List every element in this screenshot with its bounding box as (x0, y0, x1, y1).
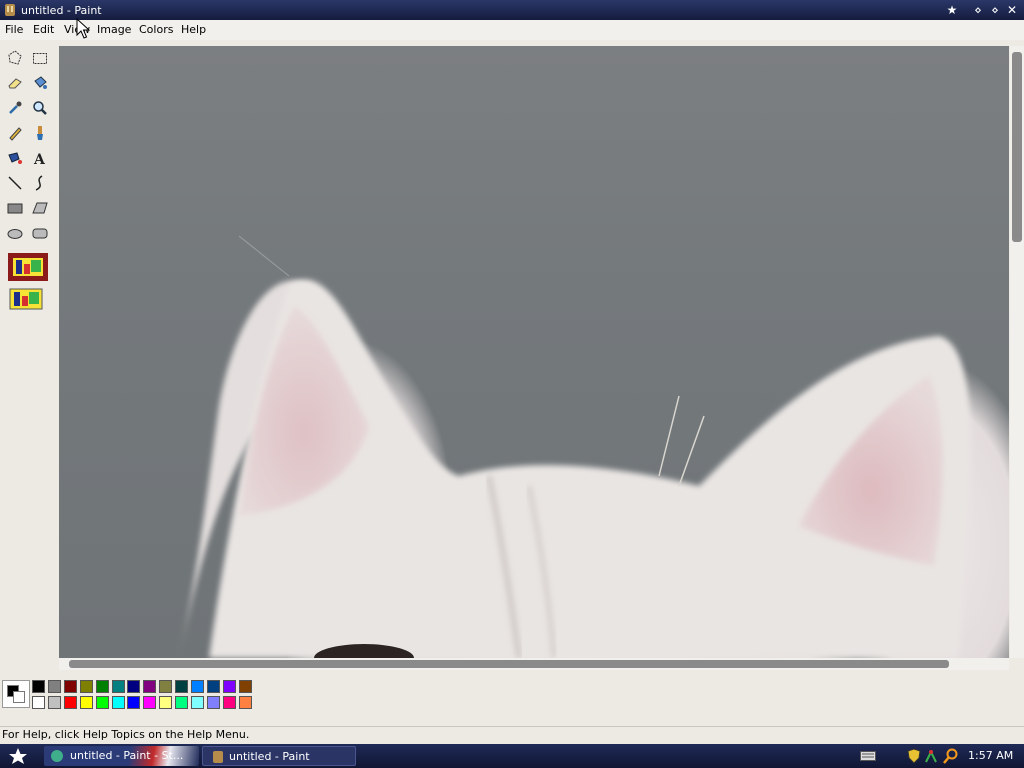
menu-image[interactable]: Image (97, 23, 131, 36)
cat-image (179, 235, 972, 658)
search-icon[interactable] (943, 748, 959, 764)
fill-bucket-icon[interactable] (30, 73, 50, 93)
menu-bar: File Edit View Image Colors Help (0, 20, 1024, 40)
palette-swatch[interactable] (111, 680, 125, 693)
rectangle-icon[interactable] (5, 198, 25, 218)
current-colors[interactable] (2, 680, 30, 708)
palette-swatch[interactable] (63, 696, 77, 709)
close-icon[interactable]: ✕ (1004, 2, 1020, 18)
color-picker-icon[interactable] (5, 98, 25, 118)
palette-swatch[interactable] (222, 680, 236, 693)
palette-swatch[interactable] (206, 696, 220, 709)
text-icon[interactable]: A (30, 148, 50, 168)
task-label-1: untitled - Paint - St... (70, 749, 184, 762)
palette-swatch[interactable] (191, 680, 204, 693)
palette-swatch[interactable] (32, 696, 45, 709)
start-star-icon[interactable] (4, 747, 32, 765)
palette-swatch[interactable] (79, 680, 93, 693)
palette-swatch[interactable] (32, 680, 45, 693)
menu-edit[interactable]: Edit (33, 23, 54, 36)
background-color (13, 691, 25, 703)
palette-swatch[interactable] (143, 680, 157, 693)
shield-icon[interactable] (907, 748, 921, 764)
curve-icon[interactable] (30, 173, 50, 193)
menu-colors[interactable]: Colors (139, 23, 173, 36)
brush-icon[interactable] (30, 123, 50, 143)
pencil-icon[interactable] (5, 123, 25, 143)
special-star-icon[interactable]: ★ (944, 2, 960, 18)
palette-swatch[interactable] (63, 680, 77, 693)
maximize-icon[interactable]: ⋄ (987, 2, 1003, 18)
palette-swatch[interactable] (159, 680, 173, 693)
palette-swatch[interactable] (175, 680, 189, 693)
ellipse-icon[interactable] (5, 223, 25, 243)
minimize-icon[interactable]: ⋄ (970, 2, 986, 18)
taskbar: untitled - Paint - St... untitled - Pain… (0, 744, 1024, 768)
status-bar: For Help, click Help Topics on the Help … (0, 726, 1024, 745)
color-box-tool-icon[interactable] (8, 253, 48, 281)
network-icon[interactable] (924, 748, 938, 764)
free-form-select-icon[interactable] (5, 48, 25, 68)
globe-icon (51, 750, 63, 762)
toolbox: A (0, 44, 56, 314)
task-button-2[interactable]: untitled - Paint (202, 746, 356, 766)
palette-swatch[interactable] (143, 696, 157, 709)
rounded-rectangle-icon[interactable] (30, 223, 50, 243)
palette-swatch[interactable] (127, 680, 141, 693)
vertical-scroll-thumb[interactable] (1012, 52, 1022, 242)
line-icon[interactable] (5, 173, 25, 193)
mouse-cursor-icon (76, 18, 90, 39)
color-palette (0, 670, 1024, 718)
airbrush-icon[interactable] (5, 148, 25, 168)
palette-swatch[interactable] (127, 696, 141, 709)
magnifier-icon[interactable] (30, 98, 50, 118)
task-label-2: untitled - Paint (229, 750, 310, 763)
paint-app-icon (5, 4, 15, 16)
eraser-icon[interactable] (5, 73, 25, 93)
clock: 1:57 AM (968, 749, 1014, 762)
palette-swatch[interactable] (159, 696, 173, 709)
title-bar: untitled - Paint ★ ⋄ ⋄ ✕ (0, 0, 1024, 21)
window-title: untitled - Paint (21, 4, 102, 17)
drawing-canvas[interactable] (59, 46, 1009, 658)
palette-swatch[interactable] (95, 680, 109, 693)
color-box-tool-alt-icon[interactable] (8, 287, 44, 311)
palette-swatch[interactable] (47, 680, 61, 693)
palette-swatch[interactable] (206, 680, 220, 693)
menu-help[interactable]: Help (181, 23, 206, 36)
menu-file[interactable]: File (5, 23, 23, 36)
rectangle-select-icon[interactable] (30, 48, 50, 68)
status-help-text: For Help, click Help Topics on the Help … (2, 728, 250, 741)
palette-swatch[interactable] (175, 696, 189, 709)
palette-swatch[interactable] (111, 696, 125, 709)
palette-swatch[interactable] (238, 680, 252, 693)
svg-text:A: A (33, 152, 46, 166)
task-button-1[interactable]: untitled - Paint - St... (44, 746, 199, 766)
horizontal-scrollbar[interactable] (59, 658, 1009, 670)
horizontal-scroll-thumb[interactable] (69, 660, 949, 668)
palette-swatch[interactable] (222, 696, 236, 709)
palette-swatch[interactable] (95, 696, 109, 709)
keyboard-icon[interactable] (860, 751, 876, 761)
palette-swatch[interactable] (191, 696, 204, 709)
vertical-scrollbar[interactable] (1010, 46, 1024, 658)
polygon-icon[interactable] (30, 198, 50, 218)
palette-swatch[interactable] (47, 696, 61, 709)
palette-swatch[interactable] (79, 696, 93, 709)
palette-swatch[interactable] (238, 696, 252, 709)
paint-task-icon (213, 751, 223, 763)
